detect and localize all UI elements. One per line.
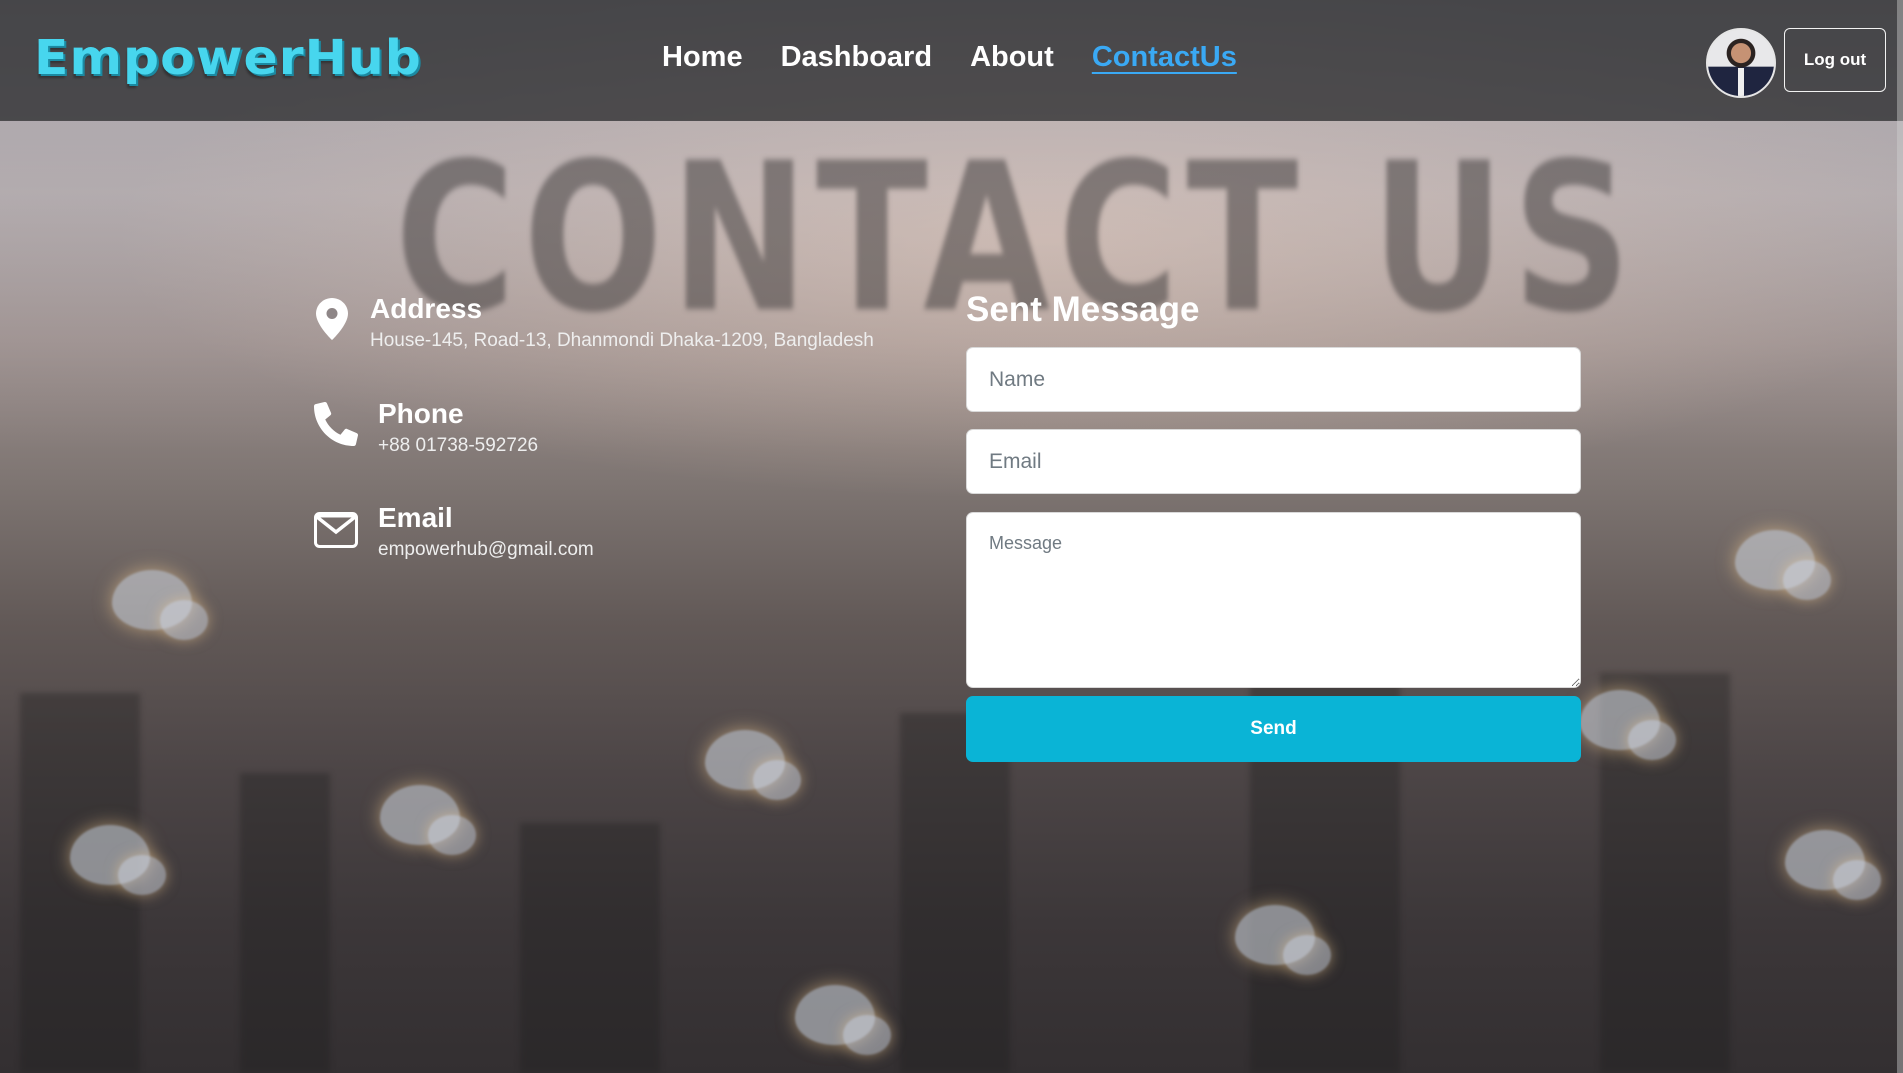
envelope-icon [314, 508, 358, 552]
nav-links: Home Dashboard About ContactUs [662, 41, 1237, 74]
address-title: Address [370, 293, 483, 324]
nav-link-home[interactable]: Home [662, 41, 743, 74]
phone-value: +88 01738-592726 [378, 435, 539, 456]
address-info: Address House-145, Road-13, Dhanmondi Dh… [314, 293, 874, 352]
chat-bubble-decoration [1235, 905, 1331, 975]
chat-bubble-decoration [705, 730, 801, 800]
avatar-shirt [1738, 68, 1744, 96]
email-input[interactable] [966, 429, 1581, 494]
nav-link-contactus[interactable]: ContactUs [1092, 41, 1237, 74]
logout-button[interactable]: Log out [1784, 28, 1886, 92]
chat-bubble-decoration [795, 985, 891, 1055]
chat-bubble-decoration [1785, 830, 1881, 900]
background-building [520, 823, 660, 1073]
nav-link-about[interactable]: About [970, 41, 1054, 74]
message-textarea[interactable] [966, 512, 1581, 688]
chat-bubble-decoration [112, 570, 208, 640]
brand-logo[interactable]: EmpowerHub [34, 30, 422, 86]
phone-title: Phone [378, 398, 464, 429]
phone-info: Phone +88 01738-592726 [314, 398, 538, 457]
chat-bubble-decoration [70, 825, 166, 895]
background-building [240, 773, 330, 1073]
nav-link-dashboard[interactable]: Dashboard [781, 41, 932, 74]
chat-bubble-decoration [1580, 690, 1676, 760]
scrollbar-thumb[interactable] [1897, 0, 1903, 1073]
map-pin-icon [314, 297, 350, 341]
send-button[interactable]: Send [966, 696, 1581, 762]
chat-bubble-decoration [380, 785, 476, 855]
email-value: empowerhub@gmail.com [378, 539, 594, 560]
phone-icon [314, 402, 358, 446]
email-title: Email [378, 502, 453, 533]
address-value: House-145, Road-13, Dhanmondi Dhaka-1209… [370, 330, 874, 351]
page-scrollbar[interactable] [1897, 0, 1903, 1073]
top-navbar: EmpowerHub Home Dashboard About ContactU… [0, 0, 1903, 121]
chat-bubble-decoration [1735, 530, 1831, 600]
background-building [900, 713, 1010, 1073]
name-input[interactable] [966, 347, 1581, 412]
user-avatar[interactable] [1706, 28, 1776, 98]
form-title: Sent Message [966, 290, 1200, 329]
email-info: Email empowerhub@gmail.com [314, 502, 594, 561]
